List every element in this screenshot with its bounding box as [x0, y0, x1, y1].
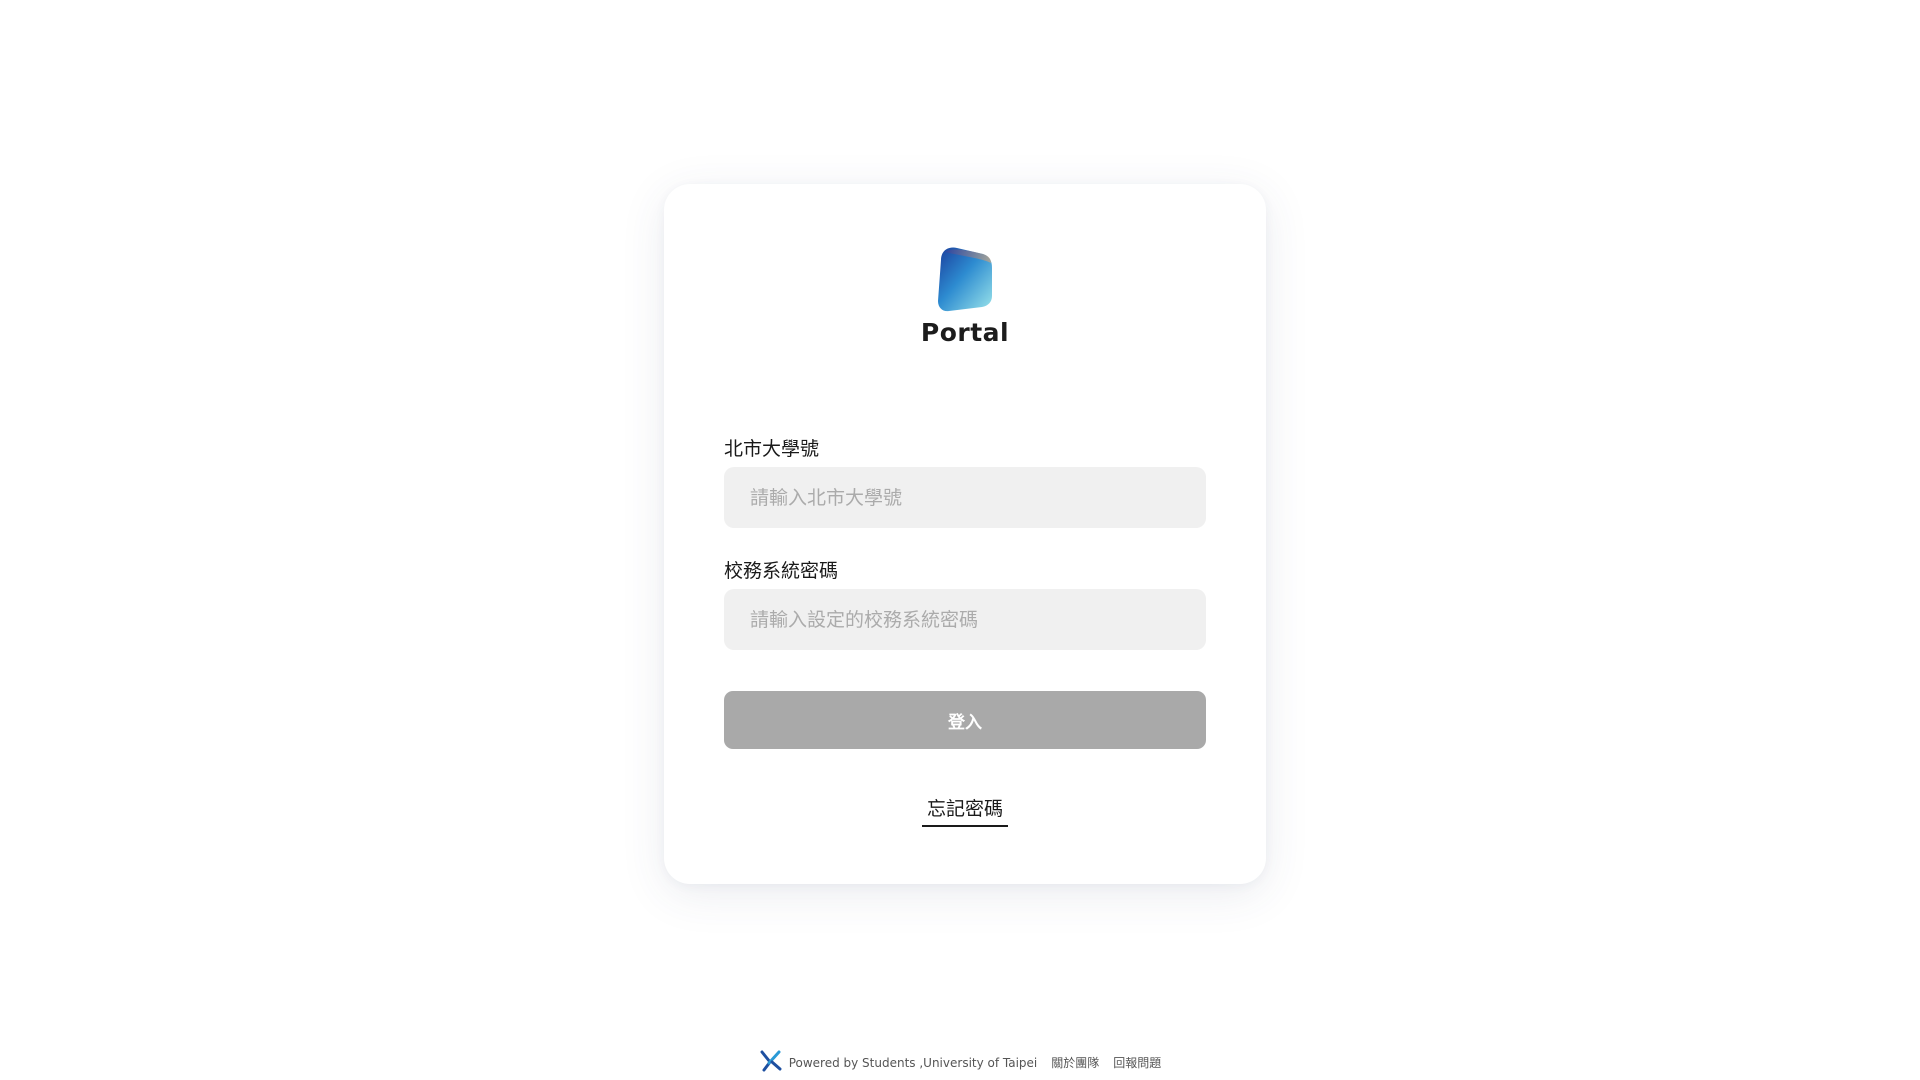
student-id-input[interactable]: [724, 467, 1206, 528]
portal-logo-icon: [937, 246, 993, 312]
portal-logo: Portal: [664, 246, 1266, 347]
student-id-label: 北市大學號: [724, 438, 820, 460]
password-input[interactable]: [724, 589, 1206, 650]
forgot-password-link[interactable]: 忘記密碼: [921, 794, 1008, 827]
portal-logo-text: Portal: [920, 318, 1010, 347]
report-issue-link[interactable]: 回報問題: [1113, 1054, 1161, 1071]
login-card: Portal 北市大學號 校務系統密碼 登入 忘記密碼: [664, 184, 1266, 884]
password-label: 校務系統密碼: [724, 560, 839, 582]
university-logo-icon: [759, 1050, 783, 1075]
about-team-link[interactable]: 關於團隊: [1051, 1054, 1099, 1071]
powered-by-text: Powered by Students ,University of Taipe…: [788, 1055, 1038, 1070]
footer: Powered by Students ,University of Taipe…: [0, 1050, 1920, 1075]
login-button[interactable]: 登入: [724, 691, 1206, 749]
forgot-password-wrapper: 忘記密碼: [664, 794, 1266, 827]
